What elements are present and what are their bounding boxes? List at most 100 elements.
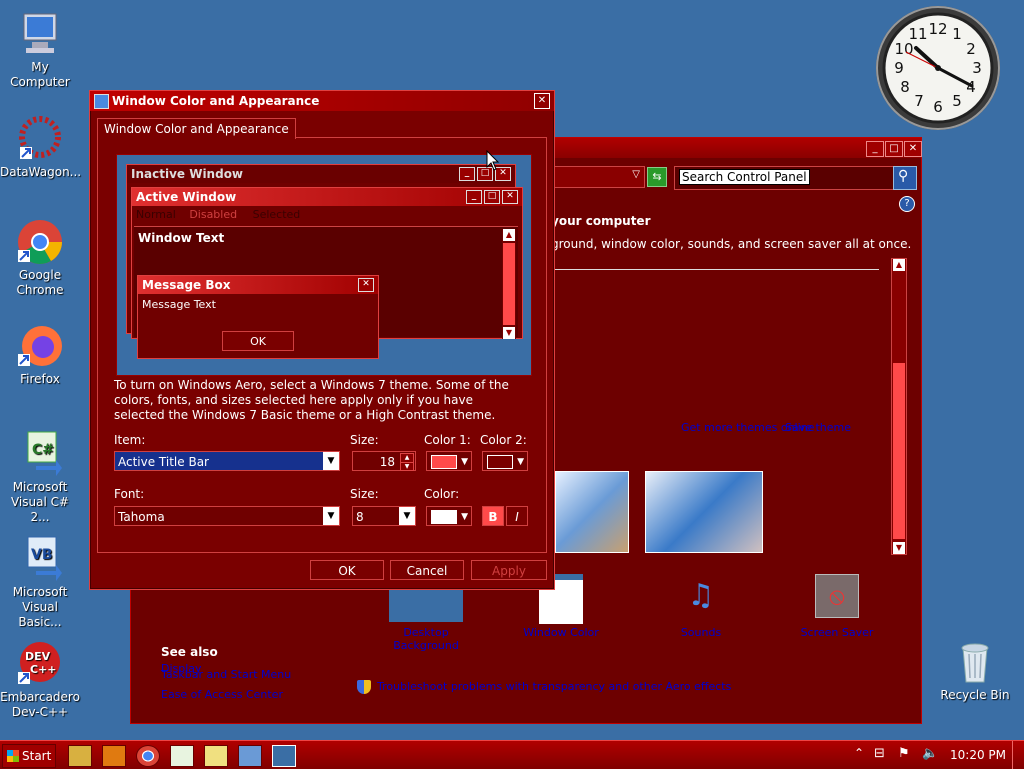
window-color-link[interactable]: Window Color <box>511 626 611 639</box>
item-select[interactable]: Active Title Bar ▼ <box>114 451 340 471</box>
font-label: Font: <box>114 487 145 501</box>
show-desktop-button[interactable] <box>1012 741 1023 769</box>
font-size-value: 8 <box>356 510 364 524</box>
italic-toggle[interactable]: I <box>506 506 528 526</box>
cancel-button[interactable]: Cancel <box>390 560 464 580</box>
chevron-down-icon: ▼ <box>399 507 415 525</box>
search-icon: ⚲ <box>898 168 909 184</box>
refresh-button[interactable]: ⇆ <box>647 167 667 187</box>
clock-numeral: 6 <box>933 98 943 116</box>
search-button[interactable]: ⚲ <box>893 166 917 190</box>
color1-picker[interactable]: ▼ <box>426 451 472 471</box>
computer-icon <box>16 10 64 58</box>
desktop-icon-firefox[interactable]: Firefox <box>0 322 80 387</box>
font-color-picker[interactable]: ▼ <box>426 506 472 526</box>
chevron-down-icon: ▼ <box>461 512 468 522</box>
screen-saver-item[interactable]: ⦸ Screen Saver <box>787 574 887 639</box>
ok-button[interactable]: OK <box>310 560 384 580</box>
address-bar[interactable]: ▽ <box>551 166 645 188</box>
size-value: 18 <box>379 455 395 469</box>
help-icon[interactable]: ? <box>899 196 915 212</box>
clock-numeral: 9 <box>894 59 904 77</box>
taskbar-visual-csharp-icon[interactable] <box>170 745 194 767</box>
volume-icon[interactable]: 🔈 <box>922 746 938 761</box>
chevron-down-icon: ▼ <box>461 457 468 467</box>
preview-message-box[interactable]: Message Box ✕ Message Text OK <box>137 275 379 359</box>
desktop-icon-label: DataWagon... <box>0 165 82 179</box>
save-theme-link[interactable]: Save theme <box>785 421 851 434</box>
theme-list-scrollbar[interactable]: ▲ ▼ <box>891 258 907 555</box>
sounds-link[interactable]: Sounds <box>651 626 751 639</box>
theme-list[interactable]: Get more themes online Save theme <box>555 271 885 553</box>
see-also-taskbar-link[interactable]: Taskbar and Start Menu <box>161 668 291 681</box>
desktop-icon-visual-csharp[interactable]: C# Microsoft Visual C# 2... <box>0 430 80 525</box>
desktop-icon-chrome[interactable]: Google Chrome <box>0 218 80 298</box>
desktop-icon-visual-basic[interactable]: VB Microsoft Visual Basic... <box>0 535 80 630</box>
font-size-select[interactable]: 8 ▼ <box>352 506 416 526</box>
theme-thumbnail[interactable] <box>645 471 763 553</box>
show-hidden-icons-chevron-icon[interactable]: ⌃ <box>854 746 864 760</box>
maximize-button[interactable]: □ <box>885 141 903 157</box>
preview-menu-selected: Selected <box>252 208 301 221</box>
bold-toggle[interactable]: B <box>482 506 504 526</box>
search-input[interactable]: Search Control Panel <box>674 166 894 190</box>
mouse-cursor <box>486 149 500 175</box>
scroll-thumb[interactable] <box>893 363 905 539</box>
appearance-preview[interactable]: Inactive Window _ □ ✕ Active Window _ □ … <box>116 154 532 376</box>
sounds-icon: ♫ <box>687 578 715 613</box>
taskbar-personalization-icon[interactable] <box>272 745 296 767</box>
clock-gadget[interactable]: 12 1 2 3 4 5 6 7 8 9 10 11 <box>876 6 1000 130</box>
desktop-icon-dev-cpp[interactable]: DEV C++ Embarcadero Dev-C++ <box>0 640 80 720</box>
desktop-icon-label: Recycle Bin <box>940 688 1010 702</box>
network-icon[interactable]: ⊟ <box>874 746 885 761</box>
scroll-thumb <box>503 243 515 325</box>
font-select-value: Tahoma <box>118 510 165 524</box>
preview-active-title: Active Window <box>136 190 237 204</box>
chevron-down-icon: ▽ <box>632 169 640 180</box>
taskbar-notepad-icon[interactable] <box>204 745 228 767</box>
font-color-label: Color: <box>424 487 460 501</box>
desktop-icon-label: Embarcadero Dev-C++ <box>0 690 80 719</box>
preview-ok-button: OK <box>222 331 294 351</box>
taskbar-chrome-icon[interactable] <box>136 745 160 767</box>
troubleshoot-link[interactable]: Troubleshoot problems with transparency … <box>377 680 731 693</box>
sounds-item[interactable]: ♫ Sounds <box>651 574 751 639</box>
start-button[interactable]: Start <box>2 744 56 768</box>
theme-thumbnail[interactable] <box>555 471 629 553</box>
dialog-title: Window Color and Appearance <box>112 94 320 108</box>
minimize-icon: _ <box>459 167 475 181</box>
desktop-icon-label: Microsoft Visual Basic... <box>12 585 68 629</box>
minimize-icon: _ <box>466 190 482 204</box>
desktop-icon-label: Firefox <box>20 372 60 386</box>
maximize-icon: □ <box>484 190 500 204</box>
font-select[interactable]: Tahoma ▼ <box>114 506 340 526</box>
scroll-up-arrow[interactable]: ▲ <box>893 259 905 271</box>
tab-window-color-and-appearance[interactable]: Window Color and Appearance <box>97 118 296 139</box>
chevron-down-icon: ▼ <box>323 507 339 525</box>
minimize-button[interactable]: _ <box>866 141 884 157</box>
clock-numeral: 1 <box>952 25 962 43</box>
apply-button[interactable]: Apply <box>471 560 547 580</box>
color2-label: Color 2: <box>480 433 527 447</box>
see-also-ease-of-access-link[interactable]: Ease of Access Center <box>161 688 283 701</box>
clock-numeral: 2 <box>966 40 976 58</box>
taskbar-monitor-icon[interactable] <box>238 745 262 767</box>
taskbar-clock[interactable]: 10:20 PM <box>950 748 1006 762</box>
dialog-close-button[interactable]: ✕ <box>534 93 550 109</box>
stepper-down-icon[interactable]: ▼ <box>400 462 414 471</box>
taskbar-media-player-icon[interactable] <box>102 745 126 767</box>
scroll-down-arrow[interactable]: ▼ <box>893 542 905 554</box>
start-label: Start <box>22 749 52 763</box>
desktop-icon-my-computer[interactable]: My Computer <box>0 10 80 90</box>
taskbar-explorer-icon[interactable] <box>68 745 92 767</box>
desktop-icon-datawagon[interactable]: DataWagon... <box>0 115 82 180</box>
aero-info-text: To turn on Windows Aero, select a Window… <box>114 378 509 422</box>
action-center-flag-icon[interactable]: ⚑ <box>898 746 910 761</box>
close-button[interactable]: ✕ <box>904 141 922 157</box>
recycle-bin-icon <box>951 638 999 686</box>
color2-picker[interactable]: ▼ <box>482 451 528 471</box>
size-stepper[interactable]: 18 ▲ ▼ <box>352 451 416 471</box>
desktop-background-link[interactable]: Desktop Background <box>371 626 481 652</box>
desktop-icon-recycle-bin[interactable]: Recycle Bin <box>935 638 1015 703</box>
screen-saver-link[interactable]: Screen Saver <box>787 626 887 639</box>
